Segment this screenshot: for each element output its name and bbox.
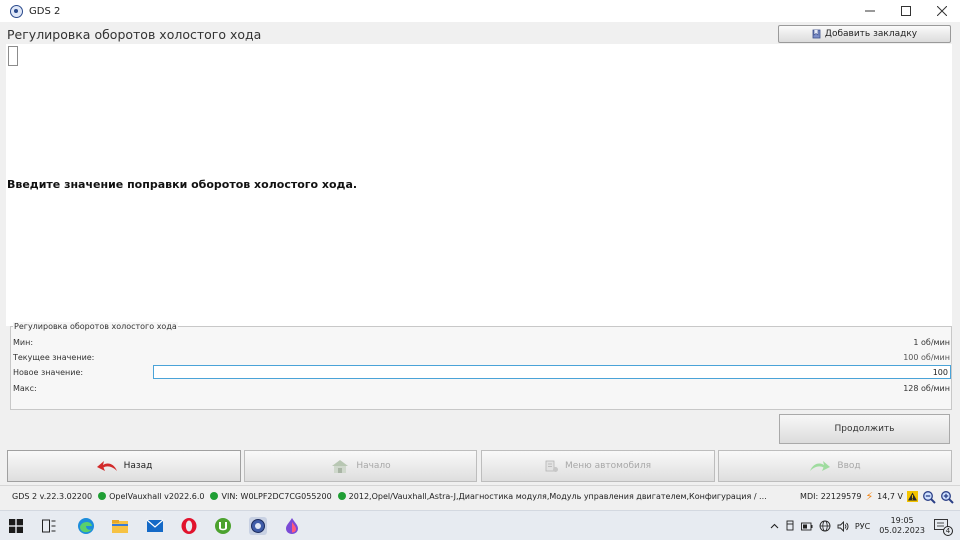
tray-network-globe-icon[interactable]: [819, 520, 831, 532]
status-ok-dot-icon: [210, 492, 219, 500]
maximize-icon: [901, 6, 911, 16]
tray-battery-icon[interactable]: [800, 522, 813, 531]
tray-pen-icon[interactable]: [785, 520, 795, 532]
back-button[interactable]: Назад: [7, 450, 241, 482]
utorrent-icon[interactable]: [214, 517, 232, 535]
home-button[interactable]: Начало: [244, 450, 477, 482]
close-button[interactable]: [924, 0, 960, 22]
idle-rpm-group: Регулировка оборотов холостого хода Мин:…: [10, 322, 952, 410]
notification-center-icon[interactable]: 4: [934, 519, 953, 536]
status-right-group: MDI: 22129579 ⚡ 14,7 V: [800, 486, 960, 507]
home-label: Начало: [356, 461, 391, 471]
add-bookmark-button[interactable]: Добавить закладку: [778, 25, 951, 43]
status-vin: VIN: W0LPF2DC7CG055200: [221, 491, 332, 501]
instruction-text: Введите значение поправки оборотов холос…: [7, 178, 358, 191]
minimize-button[interactable]: [852, 0, 888, 22]
windows-taskbar: РУС 19:05 05.02.2023 4: [0, 510, 960, 540]
tray-chevron-up-icon[interactable]: [770, 523, 779, 529]
gds-logo-icon: [10, 4, 23, 18]
zoom-out-icon[interactable]: [922, 490, 936, 504]
status-database: OpelVauxhall v2022.6.0: [109, 491, 205, 501]
enter-label: Ввод: [837, 461, 861, 471]
current-value-label: Текущее значение:: [13, 353, 95, 362]
windows-start-icon[interactable]: [9, 519, 23, 533]
status-bar: GDS 2 v.22.3.02200 OpelVauxhall v2022.6.…: [0, 485, 960, 506]
window-title: GDS 2: [29, 5, 61, 17]
add-bookmark-label: Добавить закладку: [824, 29, 918, 39]
bookmark-icon: [812, 29, 821, 39]
enter-arrow-icon: [810, 461, 831, 471]
task-view-icon[interactable]: [42, 519, 56, 533]
tray-time: 19:05: [890, 516, 914, 525]
checkbox-placeholder[interactable]: [8, 46, 18, 66]
zoom-in-icon[interactable]: [940, 490, 954, 504]
gds2-taskbar-icon[interactable]: [249, 517, 267, 535]
status-version: GDS 2 v.22.3.02200: [12, 491, 93, 501]
home-icon: [332, 460, 349, 473]
minimize-icon: [865, 10, 875, 12]
status-ok-dot-icon: [337, 492, 346, 500]
page-title: Регулировка оборотов холостого хода: [7, 27, 262, 42]
new-value-label: Новое значение:: [13, 368, 84, 377]
vehicle-menu-label: Меню автомобиля: [564, 461, 652, 471]
color-drop-app-icon[interactable]: [283, 517, 301, 535]
max-label: Макс:: [13, 384, 37, 393]
mail-icon[interactable]: [146, 517, 164, 535]
voltage-bolt-icon: ⚡: [865, 490, 874, 503]
tray-volume-icon[interactable]: [837, 520, 849, 532]
current-value: 100 об/мин: [903, 353, 950, 362]
new-value-input[interactable]: [153, 365, 951, 379]
min-value: 1 об/мин: [913, 338, 950, 347]
title-bar: GDS 2: [0, 0, 960, 22]
min-label: Мин:: [13, 338, 34, 347]
gds2-app-window: GDS 2 Регулировка оборотов холостого ход…: [0, 0, 960, 540]
opera-browser-icon[interactable]: [180, 517, 198, 535]
tray-date: 05.02.2023: [879, 526, 925, 535]
file-explorer-icon[interactable]: [111, 517, 129, 535]
enter-button[interactable]: Ввод: [718, 450, 952, 482]
tray-language[interactable]: РУС: [855, 522, 870, 531]
vehicle-menu-button[interactable]: Меню автомобиля: [481, 450, 715, 482]
status-voltage: 14,7 V: [877, 492, 903, 501]
close-icon: [937, 6, 947, 16]
status-ok-dot-icon: [98, 492, 107, 500]
status-path: 2012,Opel/Vauxhall,Astra-J,Диагностика м…: [348, 491, 767, 501]
max-value: 128 об/мин: [903, 384, 950, 393]
vehicle-menu-icon: [545, 460, 558, 472]
back-arrow-icon: [96, 461, 117, 471]
status-mdi: MDI: 22129579: [800, 492, 862, 501]
continue-label: Продолжить: [834, 424, 895, 434]
back-label: Назад: [123, 461, 153, 471]
window-controls: [852, 0, 960, 22]
edge-browser-icon[interactable]: [77, 517, 95, 535]
maximize-button[interactable]: [888, 0, 924, 22]
notification-count-badge: 4: [943, 526, 953, 536]
continue-button[interactable]: Продолжить: [779, 414, 950, 444]
warning-icon[interactable]: [907, 491, 918, 502]
navigation-bar: Назад Начало Меню автомобиля Ввод: [0, 447, 960, 485]
system-tray: РУС 19:05 05.02.2023 4: [767, 511, 960, 540]
group-legend: Регулировка оборотов холостого хода: [13, 322, 178, 331]
tray-clock[interactable]: 19:05 05.02.2023: [879, 516, 925, 536]
